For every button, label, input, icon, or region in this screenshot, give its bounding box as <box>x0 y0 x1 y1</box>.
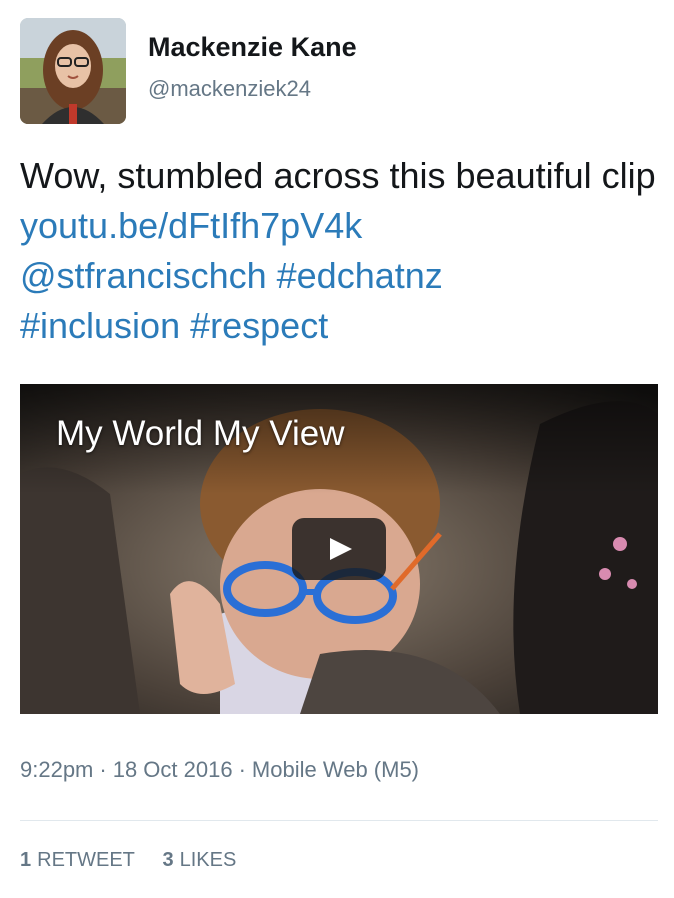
tweet-date[interactable]: 18 Oct 2016 <box>113 757 233 782</box>
tweet-stats: 1 Retweet 3 Likes <box>20 849 258 872</box>
video-title: My World My View <box>56 414 345 453</box>
user-handle[interactable]: @mackenziek24 <box>148 76 311 102</box>
likes-count: 3 <box>162 849 174 871</box>
play-icon <box>330 538 352 560</box>
tweet-header: Mackenzie Kane @mackenziek24 <box>20 18 660 124</box>
meta-separator: · <box>238 757 246 782</box>
hashtag-respect[interactable]: #respect <box>190 305 328 346</box>
tweet-link[interactable]: youtu.be/dFtIfh7pV4k <box>20 205 362 246</box>
meta-separator: · <box>99 757 107 782</box>
avatar[interactable] <box>20 18 126 124</box>
hashtag-inclusion[interactable]: #inclusion <box>20 305 180 346</box>
divider <box>20 820 658 821</box>
tweet-time[interactable]: 9:22pm <box>20 757 93 782</box>
tweet-mention[interactable]: @stfrancischch <box>20 255 267 296</box>
retweet-stat[interactable]: 1 Retweet <box>20 849 135 872</box>
tweet-meta: 9:22pm · 18 Oct 2016 · Mobile Web (M5) <box>20 757 419 783</box>
tweet-text-body: Wow, stumbled across this beautiful clip <box>20 155 656 196</box>
tweet-source[interactable]: Mobile Web (M5) <box>252 757 419 782</box>
likes-stat[interactable]: 3 Likes <box>162 849 236 872</box>
play-button[interactable] <box>292 518 386 580</box>
likes-label: Likes <box>179 849 237 871</box>
retweet-label: Retweet <box>37 849 135 871</box>
user-name[interactable]: Mackenzie Kane <box>148 32 357 63</box>
video-thumbnail[interactable]: My World My View <box>20 384 658 714</box>
hashtag-edchatnz[interactable]: #edchatnz <box>277 255 443 296</box>
retweet-count: 1 <box>20 849 32 871</box>
tweet-text: Wow, stumbled across this beautiful clip… <box>20 151 660 351</box>
